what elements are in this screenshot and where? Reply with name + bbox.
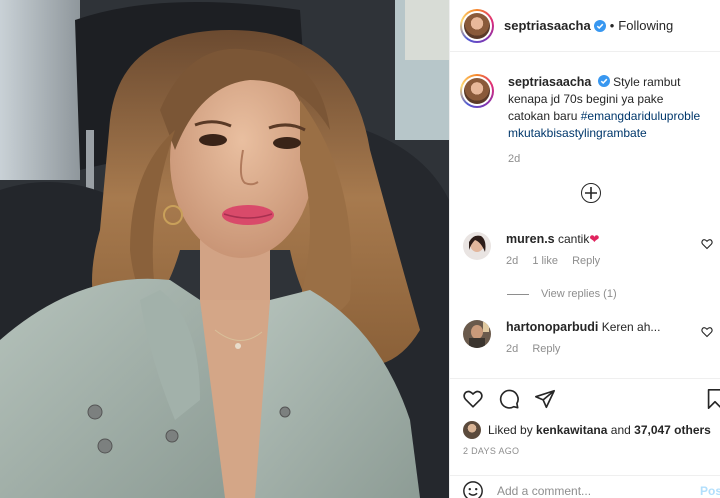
caption-username[interactable]: septriasaacha bbox=[508, 75, 591, 89]
view-replies-button[interactable]: View replies (1) bbox=[507, 288, 617, 300]
verified-badge-icon bbox=[597, 75, 610, 87]
share-icon[interactable] bbox=[534, 388, 556, 410]
selfie-image bbox=[0, 0, 449, 498]
post-actions-section: Liked by kenkawitana and 37,047 others 2… bbox=[450, 378, 720, 498]
liked-by-prefix: Liked by bbox=[488, 423, 533, 437]
comment-username[interactable]: muren.s bbox=[506, 232, 555, 246]
comment-time[interactable]: 2d bbox=[506, 255, 518, 267]
likes-summary: Liked by kenkawitana and 37,047 others bbox=[463, 421, 711, 439]
comment-reply-button[interactable]: Reply bbox=[532, 343, 560, 355]
caption-avatar[interactable] bbox=[460, 74, 494, 108]
plus-circle-icon bbox=[585, 187, 597, 199]
comment-text: Keren ah... bbox=[601, 320, 661, 334]
comment-time[interactable]: 2d bbox=[506, 343, 518, 355]
comment-likes[interactable]: 1 like bbox=[532, 255, 558, 267]
caption-timestamp[interactable]: 2d bbox=[508, 151, 708, 168]
comment-text: cantik bbox=[557, 232, 590, 246]
verified-badge-icon bbox=[593, 19, 606, 32]
comment-icon[interactable] bbox=[498, 388, 520, 410]
comment-like-heart-icon[interactable] bbox=[701, 238, 713, 250]
liked-by-and: and bbox=[610, 423, 631, 437]
post-side-panel: septriasaacha • Following septriasaacha … bbox=[449, 0, 720, 498]
comment-reply-button[interactable]: Reply bbox=[572, 255, 600, 267]
commenter-avatar[interactable] bbox=[463, 232, 491, 260]
load-more-comments-button[interactable] bbox=[581, 183, 601, 203]
liked-by-others-link[interactable]: 37,047 others bbox=[634, 423, 711, 437]
comment-item: hartonoparbudi Keren ah... 2d Reply bbox=[463, 320, 713, 355]
author-username[interactable]: septriasaacha bbox=[504, 18, 591, 33]
comment-item: muren.s cantik❤ 2d 1 like Reply bbox=[463, 232, 713, 267]
post-caption: septriasaacha Style rambut kenapa jd 70s… bbox=[460, 74, 715, 168]
header-separator: • bbox=[609, 18, 615, 33]
comment-input[interactable]: Add a comment... bbox=[497, 484, 591, 498]
post-comment-button[interactable]: Post bbox=[700, 484, 720, 498]
liked-by-user-link[interactable]: kenkawitana bbox=[536, 423, 607, 437]
heart-emoji: ❤ bbox=[589, 232, 600, 246]
liker-avatar[interactable] bbox=[463, 421, 481, 439]
following-button[interactable]: Following bbox=[618, 18, 673, 33]
emoji-smile-icon[interactable] bbox=[462, 480, 484, 498]
post-time-ago[interactable]: 2 DAYS AGO bbox=[463, 446, 519, 456]
comment-like-heart-icon[interactable] bbox=[701, 326, 713, 338]
comment-username[interactable]: hartonoparbudi bbox=[506, 320, 598, 334]
action-icon-bar bbox=[462, 388, 556, 410]
post-photo[interactable] bbox=[0, 0, 449, 498]
post-header: septriasaacha • Following bbox=[450, 0, 720, 52]
add-comment-bar: Add a comment... Post bbox=[450, 475, 720, 498]
view-replies-label: View replies (1) bbox=[541, 288, 617, 300]
commenter-avatar[interactable] bbox=[463, 320, 491, 348]
heart-icon[interactable] bbox=[462, 388, 484, 410]
author-avatar[interactable] bbox=[460, 8, 494, 43]
replies-divider-line bbox=[507, 293, 529, 295]
bookmark-icon[interactable] bbox=[704, 388, 720, 410]
